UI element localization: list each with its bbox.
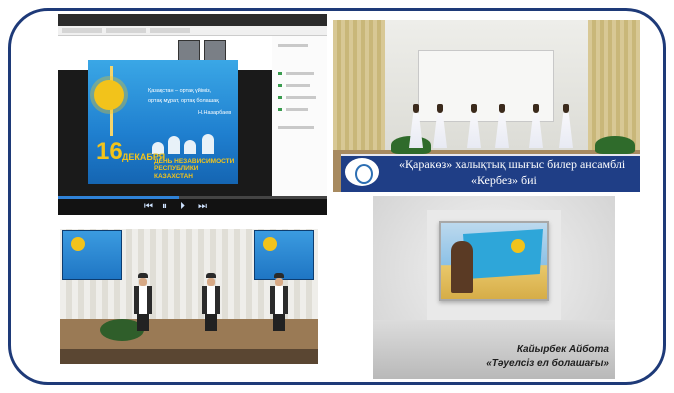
left-projection-screen: [62, 230, 122, 280]
slide-author: Н.Назарбаев: [198, 110, 232, 116]
app-toolbar: [58, 26, 327, 36]
city-skyline: [148, 134, 228, 154]
performer: [202, 273, 220, 331]
dance-title: «Кербез» биі: [471, 173, 537, 187]
playback-controls: ⏮ ⏸ ⏵ ⏭: [58, 199, 327, 215]
previous-icon[interactable]: ⏮: [144, 201, 153, 212]
ensemble-logo: [343, 156, 381, 188]
participants-panel: [272, 36, 327, 196]
slide-text-line2: ортақ мұрат, ортақ болашақ: [148, 98, 219, 104]
video-call-screenshot: Қазақстан – ортақ үйіміз, ортақ мұрат, о…: [58, 14, 327, 215]
slide-caption-line1: ДЕНЬ НЕЗАВИСИМОСТИ: [154, 158, 235, 165]
plant: [595, 136, 635, 154]
slide-text-line1: Қазақстан – ортақ үйіміз,: [148, 88, 212, 94]
dance-performance-photo: «Қаракөз» халықтық шығыс билер ансамблі …: [333, 20, 640, 192]
right-curtain: [588, 20, 640, 150]
ensemble-name: «Қаракөз» халықтық шығыс билер ансамблі: [399, 157, 626, 171]
dancer: [495, 104, 509, 148]
dancer: [409, 104, 423, 148]
performer: [270, 273, 288, 331]
dancer: [529, 104, 543, 148]
dancer: [433, 104, 447, 148]
painting: [439, 221, 549, 301]
slide-caption: ДЕНЬ НЕЗАВИСИМОСТИ РЕСПУБЛИКИ КАЗАХСТАН: [154, 158, 238, 180]
performer: [134, 273, 152, 331]
slide-date-number: 16: [96, 138, 123, 165]
stage-edge: [60, 349, 318, 364]
dancer: [559, 104, 573, 148]
girl-figure: [451, 241, 473, 293]
painting-exhibit: Кайырбек Айбота «Тәуелсіз ел болашағы»: [373, 196, 615, 379]
painting-title: «Тәуелсіз ел болашағы»: [486, 358, 609, 369]
play-icon[interactable]: ⏵: [180, 201, 185, 212]
window-titlebar: [58, 14, 327, 26]
painting-author: Кайырбек Айбота: [516, 344, 609, 355]
left-curtain: [333, 20, 385, 150]
sun-icon: [511, 239, 525, 253]
dancer: [467, 104, 481, 148]
next-icon[interactable]: ⏭: [198, 201, 207, 212]
sun-icon: [94, 80, 124, 110]
flag-icon: [463, 229, 543, 279]
shared-slide: Қазақстан – ортақ үйіміз, ортақ мұрат, о…: [88, 60, 238, 184]
pause-icon[interactable]: ⏸: [162, 201, 167, 212]
performers-photo: [60, 229, 318, 364]
slide-caption-line2: РЕСПУБЛИКИ КАЗАХСТАН: [154, 165, 199, 180]
